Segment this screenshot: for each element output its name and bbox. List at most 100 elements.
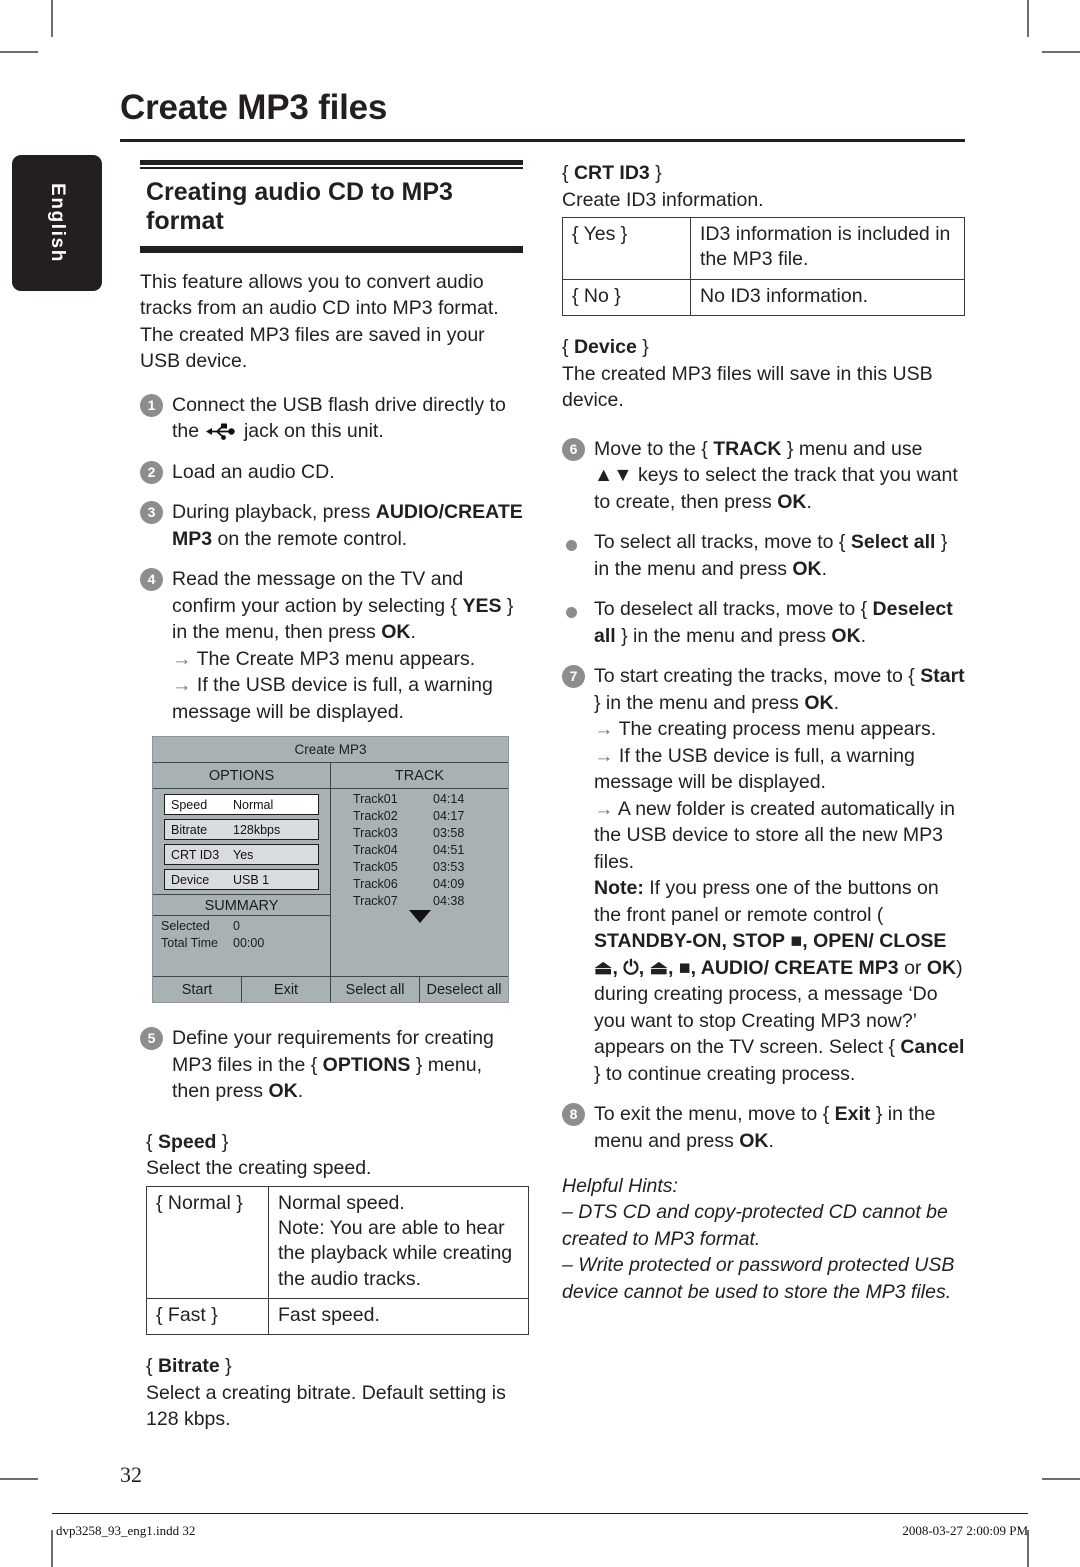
tv-track-row[interactable]: Track03 03:58 <box>331 823 508 840</box>
bullet-1-bold-select-all: Select all <box>850 531 936 554</box>
crop-mark-top-left-horizontal <box>0 51 38 53</box>
tv-button-exit[interactable]: Exit <box>241 977 330 1002</box>
step-4-result-1: → The Create MP3 menu appears. <box>172 646 523 673</box>
step-6-text-c: keys to select the track that you want t… <box>594 464 958 513</box>
tv-summary-header: SUMMARY <box>153 894 330 916</box>
tv-track-time: 03:53 <box>433 860 465 874</box>
crop-mark-bottom-left-vertical <box>51 1530 53 1567</box>
step-6-bold-track: TRACK <box>713 437 782 460</box>
step-number-badge: 7 <box>562 665 585 689</box>
step-8-text-a: To exit the menu, move to { <box>594 1103 835 1126</box>
tv-track-row[interactable]: Track07 04:38 <box>331 891 508 908</box>
tv-track-header: TRACK <box>331 763 508 789</box>
tv-option-crtid3[interactable]: CRT ID3 Yes <box>164 844 319 865</box>
tv-scroll-down-indicator[interactable] <box>331 910 508 923</box>
language-tab-label: English <box>47 183 68 263</box>
bitrate-brace-open: { <box>146 1355 158 1378</box>
step-7-result-1: → The creating process menu appears. <box>594 716 965 743</box>
device-brace-close: } <box>636 336 649 359</box>
tv-option-bitrate-value: 128kbps <box>233 822 281 837</box>
tv-button-deselect-all[interactable]: Deselect all <box>419 977 508 1002</box>
step-6-text-b: } menu and use <box>781 437 923 460</box>
tv-track-row[interactable]: Track01 04:14 <box>331 789 508 806</box>
table-row: { Normal } Normal speed. Note: You are a… <box>146 1185 529 1299</box>
updown-keys-icon: ▲▼ <box>594 464 633 487</box>
crtid3-table-value-no: No ID3 information. <box>690 278 965 317</box>
step-8-text-c: . <box>768 1129 774 1152</box>
step-4: 4 Read the message on the TV and confirm… <box>140 566 523 725</box>
tv-track-name: Track02 <box>353 809 398 823</box>
step-7-text-a: To start creating the tracks, move to { <box>594 665 921 688</box>
note-bold-stop: STOP <box>732 930 786 953</box>
step-3-text-b: on the remote control. <box>212 527 408 550</box>
speed-table-value-normal: Normal speed. Note: You are able to hear… <box>268 1185 529 1299</box>
step-6: 6 Move to the { TRACK } menu and use ▲▼ … <box>562 436 965 516</box>
bullet-2-text-c: . <box>860 624 867 647</box>
crtid3-brace-open: { <box>562 162 574 184</box>
bullet-2-text-a: To deselect all tracks, move to { <box>594 598 873 621</box>
intro-paragraph: This feature allows you to convert audio… <box>140 270 499 373</box>
tv-summary-total-time-value: 00:00 <box>233 936 265 950</box>
step-4-text-c: . <box>410 621 416 644</box>
tv-summary-total-time-key: Total Time <box>161 936 218 950</box>
footer-rule <box>52 1513 1028 1514</box>
device-description: The created MP3 files will save in this … <box>562 362 933 412</box>
tv-track-name: Track03 <box>353 826 398 840</box>
tv-summary-selected: Selected 0 <box>153 916 330 933</box>
tv-button-select-all[interactable]: Select all <box>330 977 419 1002</box>
bitrate-description: Select a creating bitrate. Default setti… <box>146 1381 506 1431</box>
tv-option-crtid3-key: CRT ID3 <box>171 847 220 862</box>
tv-track-time: 04:51 <box>433 843 465 857</box>
hint-2: – Write protected or password protected … <box>562 1254 955 1303</box>
crtid3-description: Create ID3 information. <box>562 188 764 211</box>
tv-track-time: 04:17 <box>433 809 465 823</box>
tv-track-row[interactable]: Track02 04:17 <box>331 806 508 823</box>
speed-description: Select the creating speed. <box>146 1157 372 1180</box>
tv-option-bitrate[interactable]: Bitrate 128kbps <box>164 819 319 840</box>
eject-icon: ⏏ <box>594 956 613 979</box>
step-6-text-d: . <box>806 490 812 513</box>
step-4-bold-ok: OK <box>381 621 411 644</box>
tv-option-device[interactable]: Device USB 1 <box>164 869 319 890</box>
right-column: { CRT ID3 } Create ID3 information. { Ye… <box>562 160 965 1305</box>
step-5-text-c: . <box>297 1080 304 1103</box>
tv-button-bar: Start Exit Select all Deselect all <box>153 976 508 1002</box>
tv-track-name: Track04 <box>353 843 398 857</box>
speed-brace-open: { <box>146 1130 158 1153</box>
step-7-text-c: . <box>833 691 839 714</box>
section-heading: Creating audio CD to MP3 format <box>146 178 453 236</box>
bullet-dot-icon <box>566 607 577 619</box>
step-7-result-1-text: The creating process menu appears. <box>618 718 937 741</box>
tv-track-row[interactable]: Track04 04:51 <box>331 840 508 857</box>
bullet-dot-icon <box>566 540 577 552</box>
note-or: or <box>898 956 927 979</box>
tv-option-speed-value: Normal <box>233 797 274 812</box>
crop-mark-bottom-right-horizontal <box>1042 1478 1080 1480</box>
step-number-badge: 8 <box>562 1103 585 1127</box>
bullet-deselect-all: To deselect all tracks, move to { Desele… <box>562 596 965 649</box>
step-7-result-2-text: If the USB device is full, a warning mes… <box>594 744 915 794</box>
note-sep-2: , <box>802 930 814 953</box>
tv-option-crtid3-value: Yes <box>233 847 254 862</box>
crtid3-brace-close: } <box>649 162 662 184</box>
tv-track-name: Track06 <box>353 877 398 891</box>
hints-title: Helpful Hints: <box>562 1174 678 1197</box>
left-column-lower: 5 Define your requirements for creating … <box>140 1025 529 1433</box>
step-3-text-a: During playback, press <box>172 501 376 524</box>
tv-track-time: 04:14 <box>433 792 465 806</box>
speed-table-value-fast: Fast speed. <box>268 1297 529 1336</box>
step-4-result-1-text: The Create MP3 menu appears. <box>196 647 476 670</box>
tv-track-row[interactable]: Track06 04:09 <box>331 874 508 891</box>
step-4-text-a: Read the message on the TV and confirm y… <box>172 568 464 617</box>
tv-button-start[interactable]: Start <box>153 977 241 1002</box>
tv-option-speed[interactable]: Speed Normal <box>164 794 319 815</box>
crop-mark-top-right-horizontal <box>1042 51 1080 53</box>
bullet-2-text-b: } in the menu and press <box>615 624 832 647</box>
tv-options-list: Speed Normal Bitrate 128kbps CRT ID3 Yes… <box>153 789 330 890</box>
note-bold-standby-on: STANDBY-ON <box>594 930 722 953</box>
section-rule-bottom-thick <box>140 247 523 253</box>
tv-track-row[interactable]: Track05 03:53 <box>331 857 508 874</box>
tv-track-name: Track05 <box>353 860 398 874</box>
step-number-badge: 6 <box>562 437 585 461</box>
note-bold-audio-create-mp3: AUDIO/ CREATE MP3 <box>700 956 899 979</box>
